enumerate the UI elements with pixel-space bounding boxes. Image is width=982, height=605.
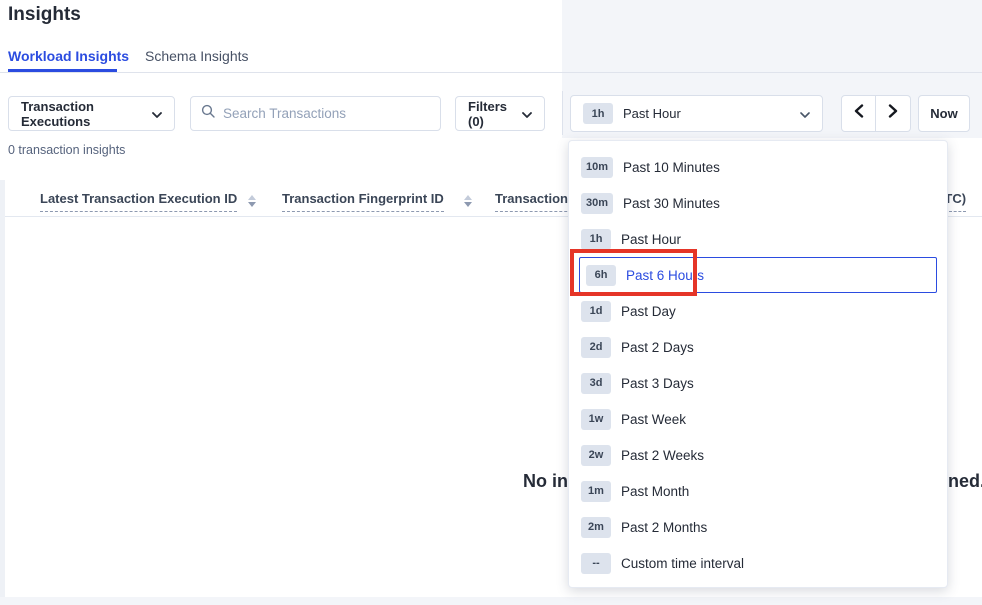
time-option-badge: 6h: [586, 265, 616, 286]
time-option-label: Past Week: [621, 412, 686, 427]
chevron-right-icon: [888, 104, 898, 123]
time-option-badge: 1h: [581, 229, 611, 250]
time-option-badge: 30m: [581, 193, 613, 214]
time-interval-option-1m[interactable]: 1m Past Month: [569, 473, 947, 509]
page-title: Insights: [8, 4, 81, 26]
chevron-down-icon: [800, 106, 810, 121]
chevron-down-icon: [522, 106, 532, 121]
now-button[interactable]: Now: [918, 95, 970, 132]
time-option-label: Past Hour: [621, 232, 681, 247]
time-interval-option-10m[interactable]: 10m Past 10 Minutes: [569, 149, 947, 185]
view-type-select[interactable]: Transaction Executions: [8, 96, 175, 131]
time-interval-option-2w[interactable]: 2w Past 2 Weeks: [569, 437, 947, 473]
insights-page: Insights Workload Insights Schema Insigh…: [0, 0, 982, 605]
results-count: 0 transaction insights: [8, 143, 125, 157]
time-interval-option-6h[interactable]: 6h Past 6 Hours: [579, 257, 937, 293]
time-interval-dropdown: 10m Past 10 Minutes 30m Past 30 Minutes …: [568, 140, 948, 588]
time-option-label: Past Day: [621, 304, 676, 319]
tabs-divider: [0, 72, 982, 73]
time-interval-option-2d[interactable]: 2d Past 2 Days: [569, 329, 947, 365]
empty-state-message-right: ned.: [948, 471, 982, 492]
time-option-label: Past 2 Weeks: [621, 448, 704, 463]
search-input-wrapper[interactable]: [190, 96, 441, 131]
time-option-label: Past 30 Minutes: [623, 196, 720, 211]
column-header-latest-transaction-execution-id[interactable]: Latest Transaction Execution ID: [40, 191, 237, 212]
chevron-left-icon: [854, 104, 864, 123]
column-header-transaction-fingerprint-id[interactable]: Transaction Fingerprint ID: [282, 191, 444, 212]
time-option-badge: 1m: [581, 481, 611, 502]
time-interval-option-1d[interactable]: 1d Past Day: [569, 293, 947, 329]
sort-icon[interactable]: [463, 195, 472, 207]
now-button-label: Now: [930, 106, 957, 121]
tab-workload-insights[interactable]: Workload Insights: [8, 48, 129, 64]
time-interval-option-custom[interactable]: -- Custom time interval: [569, 545, 947, 581]
time-interval-option-3d[interactable]: 3d Past 3 Days: [569, 365, 947, 401]
tab-schema-insights[interactable]: Schema Insights: [145, 48, 249, 64]
time-range-arrows: [841, 95, 911, 132]
previous-interval-button[interactable]: [841, 95, 876, 132]
search-icon: [201, 104, 215, 123]
toolbar-divider: [562, 91, 563, 135]
time-option-badge: 2d: [581, 337, 611, 358]
time-option-label: Past 2 Days: [621, 340, 694, 355]
time-option-badge: 2m: [581, 517, 611, 538]
time-option-label: Custom time interval: [621, 556, 744, 571]
search-input[interactable]: [223, 106, 430, 121]
time-interval-option-1w[interactable]: 1w Past Week: [569, 401, 947, 437]
filters-button-label: Filters (0): [468, 99, 522, 129]
time-interval-select[interactable]: 1h Past Hour: [570, 95, 823, 132]
time-option-badge: 2w: [581, 445, 611, 466]
time-option-label: Past 6 Hours: [626, 268, 704, 283]
time-option-label: Past 3 Days: [621, 376, 694, 391]
time-interval-option-2m[interactable]: 2m Past 2 Months: [569, 509, 947, 545]
chevron-down-icon: [152, 106, 162, 121]
time-option-badge: 10m: [581, 157, 613, 178]
view-type-select-label: Transaction Executions: [21, 99, 152, 129]
time-option-badge: 1w: [581, 409, 611, 430]
time-interval-badge: 1h: [583, 103, 613, 124]
time-option-badge: --: [581, 553, 611, 574]
time-option-label: Past Month: [621, 484, 689, 499]
time-option-label: Past 2 Months: [621, 520, 707, 535]
page-background-bottom: [0, 597, 982, 605]
next-interval-button[interactable]: [876, 95, 911, 132]
filters-button[interactable]: Filters (0): [455, 96, 545, 131]
empty-state-message-left: No in: [493, 471, 568, 492]
page-background-gutter: [0, 180, 5, 597]
time-interval-option-30m[interactable]: 30m Past 30 Minutes: [569, 185, 947, 221]
time-option-label: Past 10 Minutes: [623, 160, 720, 175]
time-option-badge: 1d: [581, 301, 611, 322]
time-interval-option-1h[interactable]: 1h Past Hour: [569, 221, 947, 257]
time-option-badge: 3d: [581, 373, 611, 394]
sort-icon[interactable]: [247, 195, 256, 207]
time-interval-label: Past Hour: [623, 106, 681, 121]
